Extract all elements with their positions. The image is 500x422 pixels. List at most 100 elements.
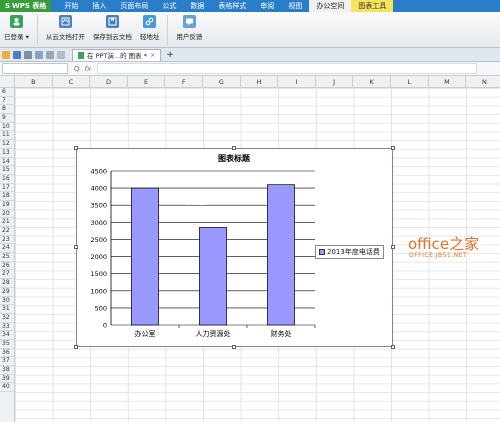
save-to-cloud-label: 保存到云文档 <box>92 33 132 41</box>
row-header[interactable]: 27 <box>0 270 14 280</box>
select-all-corner[interactable] <box>0 76 15 88</box>
row-header[interactable]: 30 <box>0 297 14 306</box>
y-tick-label: 3500 <box>90 202 107 210</box>
row-header[interactable]: 8 <box>0 105 14 115</box>
column-header[interactable]: K <box>353 76 391 88</box>
menu-formula[interactable]: 公式 <box>155 0 183 12</box>
formula-input[interactable] <box>97 63 478 74</box>
menu-review[interactable]: 审阅 <box>253 0 281 12</box>
row-header[interactable]: 13 <box>0 149 14 158</box>
new-tab-button[interactable]: + <box>166 50 174 60</box>
chart-legend[interactable]: 2013年度电话费 <box>315 245 384 259</box>
resize-handle-bl[interactable] <box>74 345 78 349</box>
column-header[interactable]: E <box>128 76 166 88</box>
column-header[interactable]: G <box>203 76 241 88</box>
app-menu-button[interactable]: S WPS 表格 <box>0 0 52 12</box>
row-header[interactable]: 28 <box>0 279 14 288</box>
resize-handle-tl[interactable] <box>74 146 78 150</box>
resize-handle-bm[interactable] <box>232 345 236 349</box>
row-header[interactable]: 9 <box>0 114 14 123</box>
resize-handle-br[interactable] <box>391 345 395 349</box>
menu-insert[interactable]: 插入 <box>85 0 113 12</box>
row-header[interactable]: 29 <box>0 288 14 297</box>
undo-icon[interactable] <box>46 50 54 59</box>
save-icon[interactable] <box>13 50 21 59</box>
menu-chart-tools[interactable]: 图表工具 <box>351 0 394 12</box>
row-header[interactable]: 31 <box>0 305 14 314</box>
chart-object[interactable]: 图表标题 0 500 1000 1500 2000 2500 3000 3500 4000 4500… <box>74 146 395 349</box>
redo-icon[interactable] <box>57 50 65 59</box>
ribbon-separator <box>36 15 38 45</box>
resize-handle-tr[interactable] <box>391 146 395 150</box>
column-header[interactable]: L <box>391 76 429 88</box>
menu-table-style[interactable]: 表格样式 <box>211 0 253 12</box>
row-header[interactable]: 7 <box>0 97 14 106</box>
watermark-url: OFFICE.JB51.NET <box>409 252 468 259</box>
menu-view[interactable]: 视图 <box>281 0 309 12</box>
row-header[interactable]: 24 <box>0 244 14 254</box>
folder-icon[interactable] <box>2 50 10 59</box>
search-icon[interactable]: Q <box>74 65 80 73</box>
open-from-cloud-button[interactable]: 从云文档打开 <box>46 15 85 41</box>
column-header[interactable]: H <box>241 76 279 88</box>
row-header[interactable]: 11 <box>0 131 14 141</box>
column-header[interactable]: D <box>90 76 128 88</box>
row-header[interactable]: 35 <box>0 340 14 349</box>
row-header[interactable]: 33 <box>0 323 14 332</box>
row-header[interactable]: 39 <box>0 375 14 384</box>
fx-icon[interactable]: fx <box>85 65 92 73</box>
menu-start[interactable]: 开始 <box>57 0 85 12</box>
row-header[interactable]: 16 <box>0 175 14 184</box>
row-header[interactable]: 19 <box>0 201 14 210</box>
row-header[interactable]: 36 <box>0 349 14 358</box>
row-header[interactable]: 12 <box>0 140 14 149</box>
row-header[interactable]: 21 <box>0 218 14 227</box>
formula-buttons: Q fx <box>74 65 91 73</box>
row-header[interactable]: 14 <box>0 158 14 167</box>
row-header[interactable]: 15 <box>0 166 14 175</box>
resize-handle-tm[interactable] <box>232 146 236 150</box>
row-header[interactable]: 18 <box>0 192 14 201</box>
bar <box>267 184 295 326</box>
resize-handle-ml[interactable] <box>74 245 78 249</box>
row-header[interactable]: 10 <box>0 123 14 132</box>
row-header[interactable]: 34 <box>0 331 14 340</box>
row-header[interactable]: 23 <box>0 236 14 245</box>
column-header[interactable]: C <box>53 76 91 88</box>
resize-handle-mr[interactable] <box>391 245 395 249</box>
document-tab[interactable]: 在 PPT演...的 图表 * × <box>72 48 162 61</box>
menu-office-space[interactable]: 办公空间 <box>309 0 352 12</box>
light-address-button[interactable]: 轻地址 <box>140 15 159 41</box>
app-menu-label: WPS 表格 <box>12 2 47 10</box>
column-header[interactable]: J <box>316 76 354 88</box>
column-header[interactable]: I <box>278 76 316 88</box>
preview-icon[interactable] <box>35 50 43 59</box>
column-header[interactable]: M <box>429 76 467 88</box>
column-header[interactable]: N <box>466 76 500 88</box>
row-header[interactable]: 26 <box>0 262 14 271</box>
menu-page-layout[interactable]: 页面布局 <box>113 0 155 12</box>
feedback-icon <box>182 15 196 28</box>
column-header[interactable]: B <box>15 76 53 88</box>
row-header[interactable]: 20 <box>0 210 14 219</box>
row-header[interactable]: 6 <box>0 88 14 97</box>
close-tab-icon[interactable]: × <box>150 51 155 59</box>
x-category-label: 人力资源处 <box>196 329 231 338</box>
save-to-cloud-button[interactable]: 保存到云文档 <box>93 15 132 41</box>
print-icon[interactable] <box>24 50 32 59</box>
row-header[interactable]: 40 <box>0 383 14 393</box>
row-header[interactable]: 37 <box>0 357 14 366</box>
name-box[interactable] <box>2 63 68 74</box>
row-header[interactable]: 22 <box>0 227 14 236</box>
row-header[interactable]: 17 <box>0 184 14 193</box>
user-feedback-button[interactable]: 用户反馈 <box>176 15 202 41</box>
logged-in-button[interactable]: 已登录 ▾ <box>4 15 29 41</box>
watermark-overlay: NE <box>186 194 208 209</box>
row-header[interactable]: 25 <box>0 253 14 262</box>
row-header[interactable]: 32 <box>0 314 14 323</box>
y-tick-label: 1000 <box>90 287 107 295</box>
row-header[interactable]: 38 <box>0 366 14 375</box>
quick-access-bar: 在 PPT演...的 图表 * × + <box>0 48 500 62</box>
column-header[interactable]: F <box>165 76 203 88</box>
menu-data[interactable]: 数据 <box>183 0 211 12</box>
